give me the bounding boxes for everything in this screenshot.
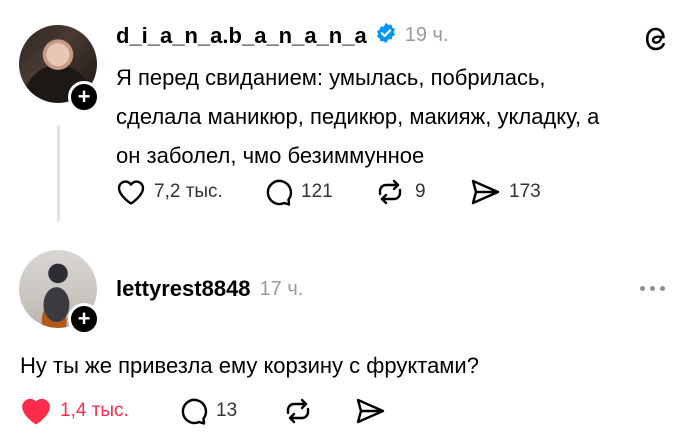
reply-actions: 1,4 тыс. 13	[20, 396, 386, 426]
comment-icon	[181, 398, 208, 425]
send-icon	[356, 398, 385, 424]
follow-plus-icon[interactable]: +	[68, 303, 100, 335]
repost-button[interactable]: 9	[373, 177, 469, 207]
reply-text: Ну ты же привезла ему корзину с фруктами…	[20, 353, 479, 378]
follow-plus-icon[interactable]: +	[68, 81, 100, 113]
post-actions: 7,2 тыс. 121 9 173	[116, 177, 541, 207]
send-icon	[471, 179, 500, 205]
like-count: 7,2 тыс.	[154, 181, 223, 202]
heart-filled-icon	[22, 398, 50, 425]
share-button[interactable]	[354, 397, 386, 425]
comment-count: 121	[301, 181, 333, 202]
verified-badge-icon	[375, 22, 397, 49]
share-button[interactable]: 173	[469, 178, 541, 206]
post-username[interactable]: d_i_a_n_a.b_a_n_a_n_a	[116, 23, 367, 49]
reply-header: lettyrest8848 17 ч.	[116, 276, 303, 302]
threads-logo-icon[interactable]	[641, 24, 671, 59]
thread-connector-line	[57, 125, 60, 222]
comment-button[interactable]: 13	[178, 396, 281, 426]
repost-button[interactable]	[281, 396, 354, 426]
post-text: Я перед свиданием: умылась, побрилась, с…	[116, 58, 676, 175]
comment-count: 13	[216, 400, 238, 421]
like-button[interactable]: 1,4 тыс.	[20, 396, 178, 426]
post-text-line: Я перед свиданием: умылась, побрилась,	[116, 65, 546, 90]
repost-count: 9	[415, 181, 426, 202]
comment-button[interactable]: 121	[263, 177, 373, 207]
post-text-line: сделала маникюр, педикюр, макияж, укладк…	[116, 104, 600, 129]
share-count: 173	[509, 181, 541, 202]
comment-icon	[266, 179, 293, 206]
post-text-line: он заболел, чмо безиммунное	[116, 143, 425, 168]
like-count: 1,4 тыс.	[60, 400, 129, 421]
repost-icon	[378, 179, 402, 205]
reply-time: 17 ч.	[259, 277, 304, 300]
more-options-icon[interactable]	[640, 286, 665, 291]
reply-username[interactable]: lettyrest8848	[116, 276, 251, 302]
repost-icon	[286, 398, 310, 424]
like-button[interactable]: 7,2 тыс.	[116, 178, 263, 206]
post-header: d_i_a_n_a.b_a_n_a_n_a 19 ч.	[116, 22, 449, 49]
heart-icon	[117, 180, 145, 205]
post-time: 19 ч.	[404, 24, 449, 46]
